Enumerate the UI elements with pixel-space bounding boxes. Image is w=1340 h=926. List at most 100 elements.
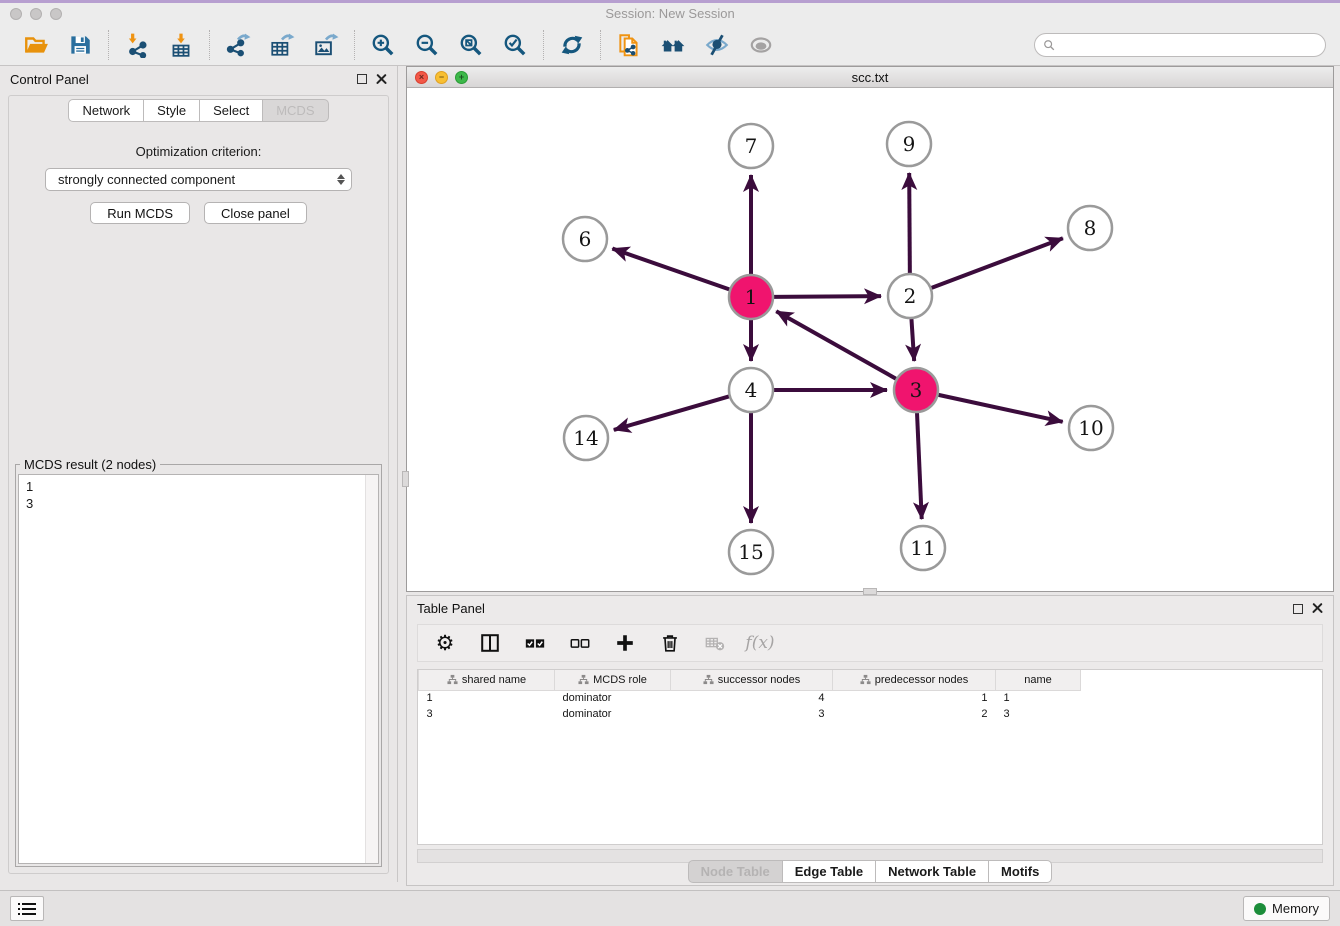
graph-node-3[interactable]: 3 [894,368,938,412]
table-cell[interactable]: 1 [419,690,555,706]
run-mcds-button[interactable]: Run MCDS [90,202,190,224]
network-window-titlebar[interactable]: scc.txt × − + [407,67,1333,88]
app-titlebar: Session: New Session [0,3,1340,24]
network-graph[interactable]: 7 9 6 8 1 2 4 3 14 10 15 11 [407,88,1333,591]
memory-status-icon [1254,903,1266,915]
network-view-window: scc.txt × − + 7 9 6 8 1 2 4 3 14 10 15 11 [406,66,1334,592]
open-file-icon[interactable] [21,30,51,60]
float-table-panel-icon[interactable] [1293,604,1303,614]
tab-mcds[interactable]: MCDS [263,99,328,122]
table-row[interactable]: 3dominator323 [419,706,1081,722]
graph-node-9[interactable]: 9 [887,122,931,166]
tab-network-table[interactable]: Network Table [876,860,989,883]
column-header-predecessor-nodes[interactable]: predecessor nodes [833,670,996,690]
graph-node-4[interactable]: 4 [729,368,773,412]
graph-node-1[interactable]: 1 [729,275,773,319]
vertical-split-grip[interactable] [402,471,409,487]
node-label: 6 [579,227,592,251]
graph-edge-3-1[interactable] [776,311,896,378]
tree-sort-icon [703,674,714,685]
zoom-selected-icon[interactable] [500,30,530,60]
graph-edge-2-9[interactable] [909,173,910,273]
horizontal-split-grip[interactable] [863,588,877,595]
table-cell[interactable]: 1 [833,690,996,706]
refresh-icon[interactable] [557,30,587,60]
select-all-checkboxes-icon[interactable] [522,630,548,656]
graph-edge-1-6[interactable] [612,249,729,290]
table-cell[interactable]: 1 [996,690,1081,706]
table-cell[interactable]: 3 [996,706,1081,722]
import-table-icon[interactable] [166,30,196,60]
node-label: 1 [745,285,758,309]
tab-network[interactable]: Network [68,99,144,122]
close-panel-button[interactable]: Close panel [204,202,307,224]
tab-edge-table[interactable]: Edge Table [783,860,876,883]
import-network-icon[interactable] [122,30,152,60]
graph-node-6[interactable]: 6 [563,217,607,261]
graph-edge-3-10[interactable] [938,395,1062,422]
zoom-out-icon[interactable] [412,30,442,60]
search-text-field[interactable] [1060,38,1317,52]
close-table-panel-icon[interactable] [1312,603,1323,614]
graph-edge-2-3[interactable] [911,319,914,361]
tab-select[interactable]: Select [200,99,263,122]
tab-node-table[interactable]: Node Table [688,860,783,883]
graph-node-7[interactable]: 7 [729,124,773,168]
graph-node-11[interactable]: 11 [901,526,945,570]
table-cell[interactable]: dominator [555,706,671,722]
export-table-icon[interactable] [267,30,297,60]
tab-motifs[interactable]: Motifs [989,860,1052,883]
result-scrollbar[interactable] [365,475,378,863]
delete-icon[interactable] [657,630,683,656]
add-column-icon[interactable] [612,630,638,656]
table-cell[interactable]: 3 [419,706,555,722]
control-panel-tabs: NetworkStyleSelectMCDS [0,99,397,122]
float-panel-icon[interactable] [357,74,367,84]
table-cell[interactable]: 4 [671,690,833,706]
search-input[interactable] [1034,33,1326,57]
graph-edge-4-14[interactable] [614,396,729,429]
tree-sort-icon [447,674,458,685]
graph-node-2[interactable]: 2 [888,274,932,318]
graph-node-10[interactable]: 10 [1069,406,1113,450]
column-header-MCDS-role[interactable]: MCDS role [555,670,671,690]
result-item[interactable]: 1 [26,478,378,495]
criterion-selected-value: strongly connected component [58,172,337,187]
column-header-shared-name[interactable]: shared name [419,670,555,690]
optimization-criterion-select[interactable]: strongly connected component [45,168,352,191]
table-cell[interactable]: 3 [671,706,833,722]
graph-node-14[interactable]: 14 [564,416,608,460]
clone-network-icon[interactable] [614,30,644,60]
mcds-result-list[interactable]: 13 [18,474,379,864]
close-panel-icon[interactable] [376,74,387,85]
home-icon[interactable] [658,30,688,60]
deselect-checkboxes-icon[interactable] [567,630,593,656]
split-columns-icon[interactable] [477,630,503,656]
tab-style[interactable]: Style [144,99,200,122]
hide-panel-icon[interactable] [702,30,732,60]
graph-edge-3-11[interactable] [917,413,922,519]
graph-edge-2-8[interactable] [932,238,1063,288]
settings-gear-icon[interactable]: ⚙ [432,630,458,656]
memory-label: Memory [1272,901,1319,916]
node-label: 14 [573,426,598,450]
export-network-icon[interactable] [223,30,253,60]
table-cell[interactable]: dominator [555,690,671,706]
memory-button[interactable]: Memory [1243,896,1330,921]
export-image-icon[interactable] [311,30,341,60]
function-builder-icon: f(x) [747,630,773,656]
save-session-icon[interactable] [65,30,95,60]
network-canvas[interactable]: 7 9 6 8 1 2 4 3 14 10 15 11 [407,88,1333,591]
column-header-successor-nodes[interactable]: successor nodes [671,670,833,690]
zoom-in-icon[interactable] [368,30,398,60]
table-row[interactable]: 1dominator411 [419,690,1081,706]
graph-node-8[interactable]: 8 [1068,206,1112,250]
result-item[interactable]: 3 [26,495,378,512]
tree-sort-icon [578,674,589,685]
table-cell[interactable]: 2 [833,706,996,722]
column-header-name[interactable]: name [996,670,1081,690]
graph-edge-1-2[interactable] [774,296,881,297]
graph-node-15[interactable]: 15 [729,530,773,574]
task-history-button[interactable] [10,896,44,921]
zoom-fit-icon[interactable] [456,30,486,60]
